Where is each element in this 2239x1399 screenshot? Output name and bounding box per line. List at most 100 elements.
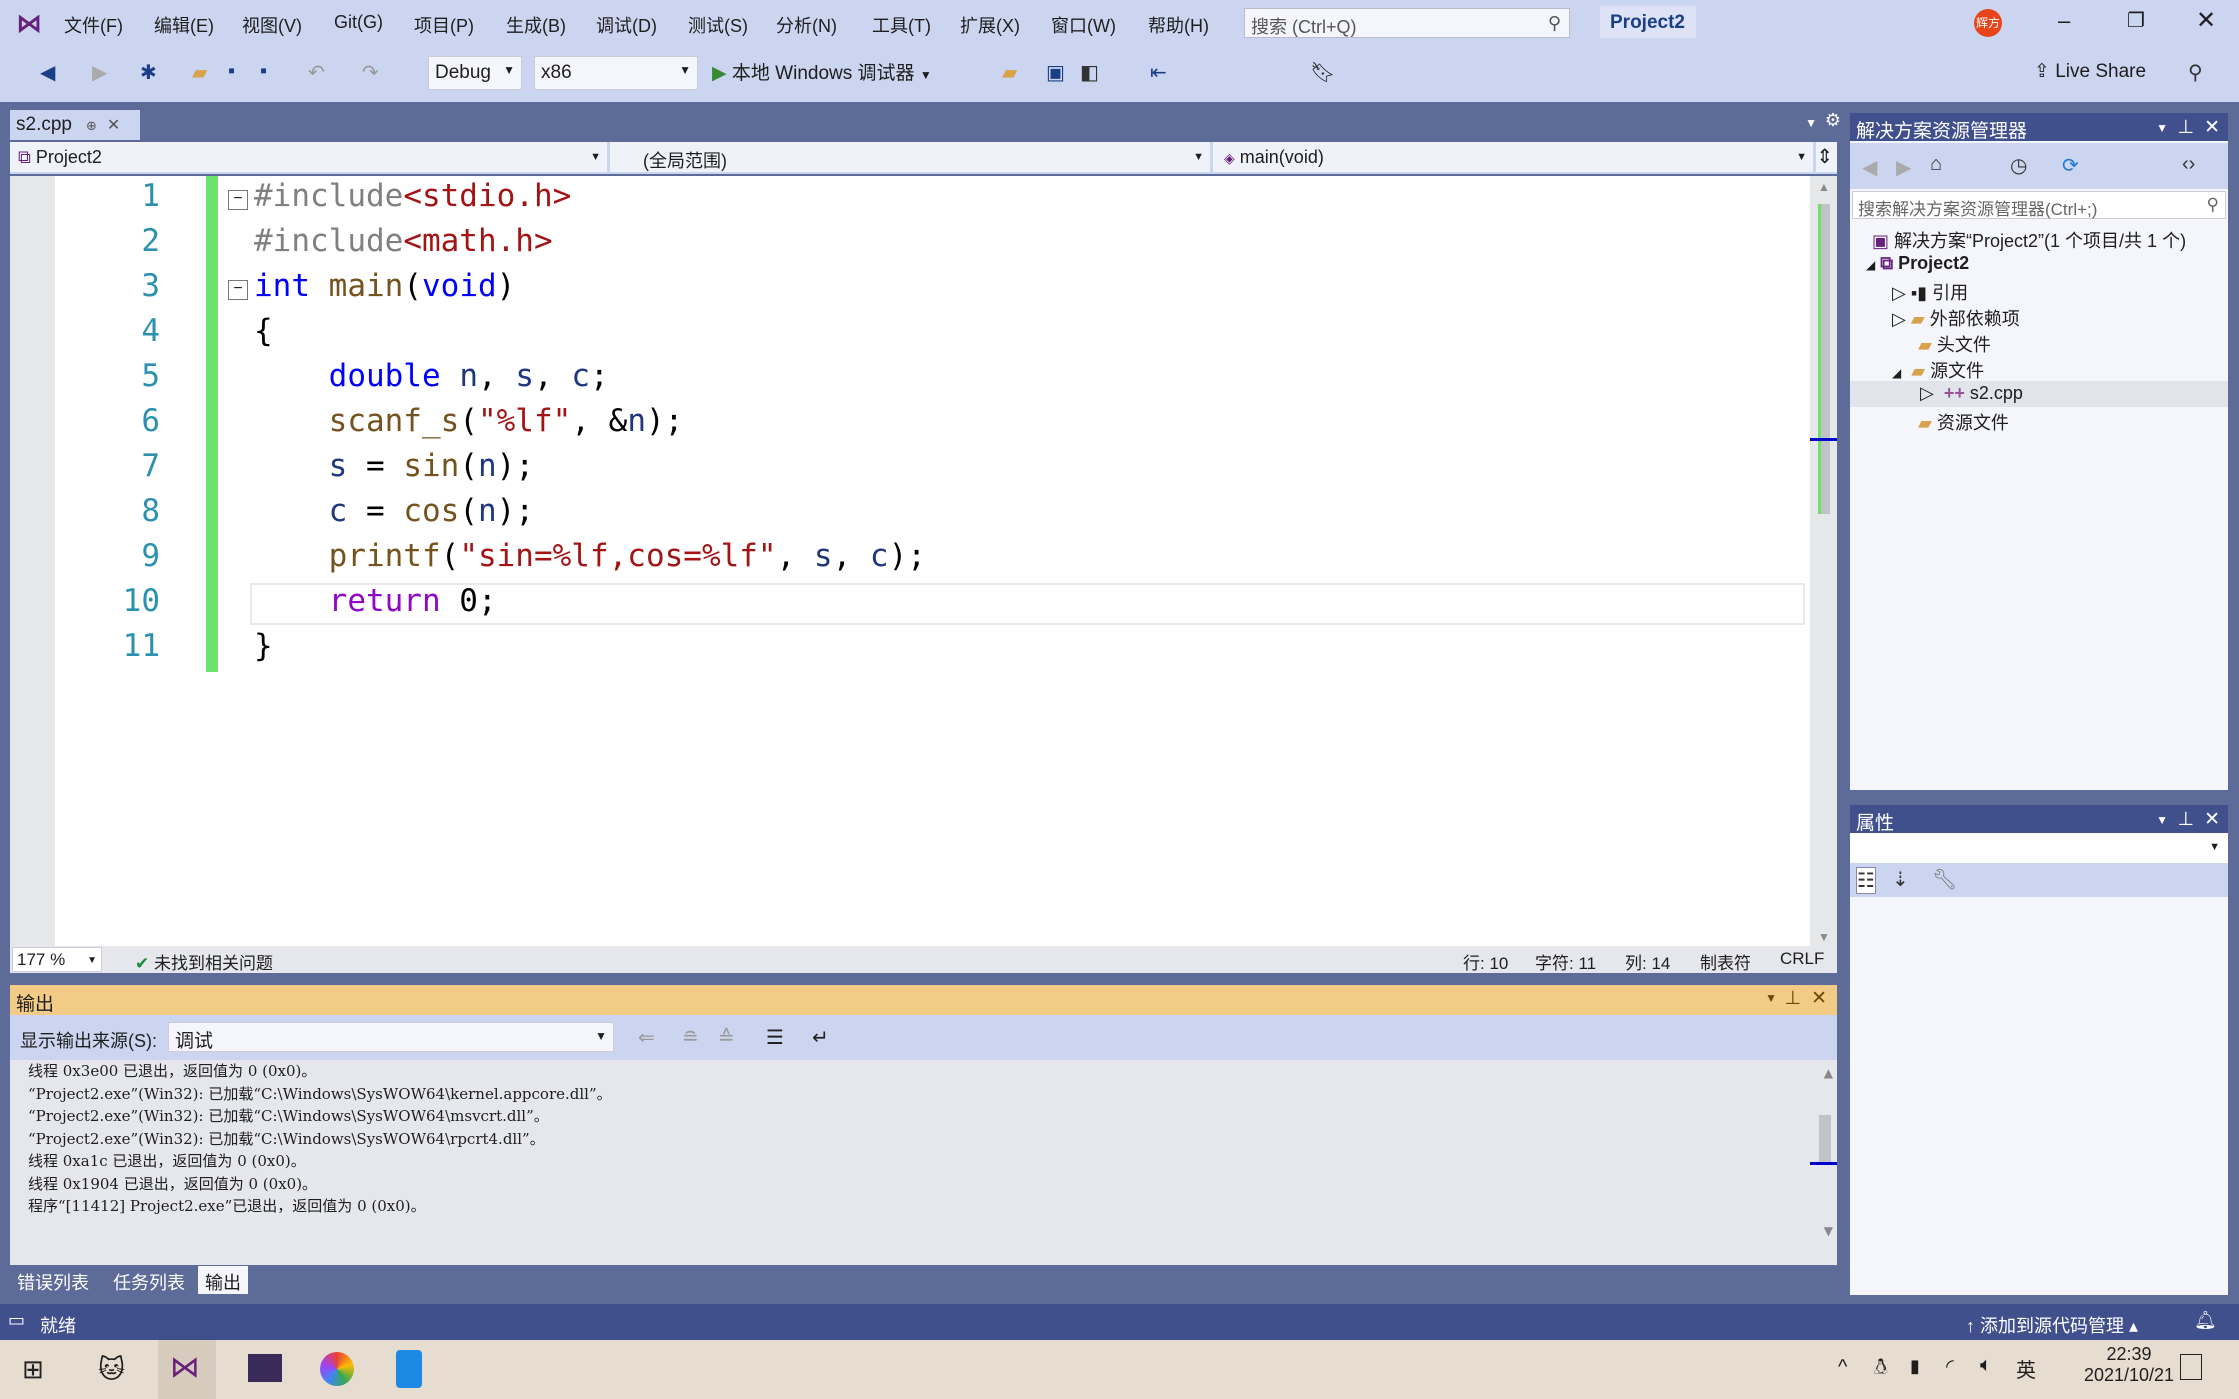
tree-source-files[interactable]: ◢ ▰ 源文件 xyxy=(1892,357,1984,383)
tab-error-list[interactable]: 错误列表 xyxy=(10,1266,96,1294)
word-wrap-icon[interactable]: ↵ xyxy=(812,1025,829,1050)
output-scroll-thumb[interactable] xyxy=(1819,1115,1831,1165)
menu-item[interactable]: 帮助(H) xyxy=(1148,12,1209,38)
forward-icon[interactable]: ▶ xyxy=(92,60,107,85)
code-line[interactable]: c = cos(n); xyxy=(254,493,534,529)
tree-resource-files[interactable]: ▰ 资源文件 xyxy=(1918,409,2009,435)
code-line[interactable]: printf("sin=%lf,cos=%lf", s, c); xyxy=(254,538,926,574)
code-line[interactable]: int main(void) xyxy=(254,268,515,304)
menu-item[interactable]: 文件(F) xyxy=(64,12,123,38)
find-in-files-icon[interactable]: ▰ xyxy=(1002,60,1017,85)
config-select[interactable]: Debug ▼ xyxy=(428,56,522,90)
toolbar-icon[interactable]: ⇤ xyxy=(1150,60,1167,85)
home-icon[interactable]: ⌂ xyxy=(1930,153,1942,176)
issues-indicator[interactable]: ✔ 未找到相关问题 xyxy=(135,949,273,974)
line-ending[interactable]: CRLF xyxy=(1780,949,1824,969)
split-icon[interactable]: ⇕ xyxy=(1816,144,1833,169)
windows-start-icon[interactable]: ⊞ xyxy=(22,1354,44,1385)
code-line[interactable]: s = sin(n); xyxy=(254,448,534,484)
alphabetical-icon[interactable]: ⇣ xyxy=(1892,867,1909,892)
menu-item[interactable]: 分析(N) xyxy=(776,12,837,38)
solution-search-input[interactable]: 搜索解决方案资源管理器(Ctrl+;) ⚲ xyxy=(1852,191,2226,219)
phone-app-icon[interactable] xyxy=(396,1350,422,1388)
pin-icon[interactable]: ⊥ xyxy=(2177,116,2194,139)
menu-item[interactable]: 视图(V) xyxy=(242,12,302,38)
search-input[interactable]: 搜索 (Ctrl+Q) ⚲ xyxy=(1244,8,1570,38)
toolbar-icon[interactable]: ⇐ xyxy=(638,1025,655,1050)
open-folder-icon[interactable]: ▰ xyxy=(192,60,207,85)
close-icon[interactable]: ✕ xyxy=(2204,116,2220,139)
visual-studio-taskbar-button[interactable]: ⋈ xyxy=(158,1340,216,1399)
scroll-thumb[interactable] xyxy=(1818,204,1830,514)
tab-task-list[interactable]: 任务列表 xyxy=(106,1266,192,1294)
restore-button[interactable]: ❐ xyxy=(2127,8,2145,33)
tray-expand-icon[interactable]: ^ xyxy=(1838,1356,1847,1379)
dropdown-icon[interactable]: ▼ xyxy=(2156,813,2168,827)
tree-header-files[interactable]: ▰ 头文件 xyxy=(1918,331,1991,357)
tab-s2-cpp[interactable]: s2.cpp ⊕ ✕ xyxy=(10,110,140,140)
menu-item[interactable]: 生成(B) xyxy=(506,12,566,38)
volume-icon[interactable]: 🔈︎ xyxy=(1980,1354,1992,1377)
history-icon[interactable]: ◷ xyxy=(2010,153,2027,178)
code-line[interactable]: double n, s, c; xyxy=(254,358,609,394)
menu-item[interactable]: 调试(D) xyxy=(596,12,657,38)
close-tab-icon[interactable]: ✕ xyxy=(107,117,120,134)
code-icon[interactable]: ‹› xyxy=(2182,153,2195,176)
tab-output[interactable]: 输出 xyxy=(198,1266,248,1294)
add-to-source-control[interactable]: ↑ 添加到源代码管理 ▴ xyxy=(1966,1312,2138,1338)
clock[interactable]: 22:39 2021/10/21 xyxy=(2074,1344,2184,1386)
project-dropdown[interactable]: ⧉ Project2 ▼ xyxy=(10,142,610,172)
platform-select[interactable]: x86 ▼ xyxy=(534,56,698,90)
output-source-select[interactable]: 调试 ▼ xyxy=(168,1022,614,1052)
menu-item[interactable]: Git(G) xyxy=(334,12,383,33)
menu-item[interactable]: 扩展(X) xyxy=(960,12,1020,38)
bookmark-icon[interactable]: 🔖︎ xyxy=(1310,60,1335,85)
save-icon[interactable]: ▪ xyxy=(228,60,235,83)
refresh-icon[interactable]: ⟳ xyxy=(2062,153,2079,178)
tab-list-icon[interactable]: ▼ xyxy=(1805,116,1817,130)
minimize-button[interactable]: – xyxy=(2058,8,2070,34)
forward-icon[interactable]: ▶ xyxy=(1896,155,1911,180)
ime-indicator[interactable]: 英 xyxy=(2016,1354,2036,1383)
menu-item[interactable]: 项目(P) xyxy=(414,12,474,38)
scope-dropdown[interactable]: (全局范围) ▼ xyxy=(613,142,1213,172)
code-editor[interactable]: 1 #include<stdio.h> −2 #include<math.h> 3 int… xyxy=(10,176,1810,946)
pin-icon[interactable]: ⊥ xyxy=(2177,808,2194,831)
toolbar-icon[interactable]: ▣ xyxy=(1046,60,1065,85)
code-line[interactable]: return 0; xyxy=(254,583,497,619)
editor-scrollbar[interactable]: ▲ ▼ xyxy=(1810,176,1837,946)
toolbar-icon[interactable]: ◧ xyxy=(1080,60,1099,85)
new-project-icon[interactable]: ✱ xyxy=(140,60,157,85)
tree-references[interactable]: ▷ ▪▮ 引用 xyxy=(1892,279,1968,305)
start-debug-button[interactable]: ▶ 本地 Windows 调试器 ▼ xyxy=(712,58,932,85)
tree-solution[interactable]: ▣ 解决方案“Project2”(1 个项目/共 1 个) xyxy=(1872,227,2186,253)
gear-icon[interactable]: ⚙ xyxy=(1825,110,1841,131)
save-all-icon[interactable]: ▪ xyxy=(260,60,267,83)
clear-all-icon[interactable]: ☰ xyxy=(766,1025,784,1050)
code-line[interactable]: } xyxy=(254,628,273,664)
code-line[interactable]: #include<stdio.h> xyxy=(254,178,571,214)
dropdown-icon[interactable]: ▼ xyxy=(1765,991,1777,1005)
menu-item[interactable]: 编辑(E) xyxy=(154,12,214,38)
notifications-icon[interactable]: 🔔︎ xyxy=(2194,1310,2217,1331)
feedback-icon[interactable]: ⚲ xyxy=(2188,60,2203,85)
action-center-icon[interactable] xyxy=(2180,1354,2202,1380)
wifi-icon[interactable]: ◜ xyxy=(1946,1354,1954,1379)
tree-project[interactable]: ◢ ⧉ Project2 xyxy=(1866,253,1969,274)
prev-message-icon[interactable]: ≘ xyxy=(682,1025,699,1050)
dropdown-icon[interactable]: ▼ xyxy=(2156,121,2168,135)
zoom-dropdown[interactable]: 177 % ▼ xyxy=(12,947,102,972)
terminal-icon[interactable] xyxy=(248,1354,282,1382)
pin-icon[interactable]: ⊕ xyxy=(86,118,97,133)
collapse-icon[interactable]: − xyxy=(228,280,248,300)
close-button[interactable]: ✕ xyxy=(2196,6,2216,35)
menu-item[interactable]: 工具(T) xyxy=(872,12,931,38)
app-icon[interactable]: 🐱︎ xyxy=(98,1354,125,1385)
wrench-icon[interactable]: 🔧︎ xyxy=(1932,867,1957,892)
member-dropdown[interactable]: ◈ main(void) ▼ xyxy=(1216,142,1816,172)
output-text[interactable]: 线程 0x3e00 已退出，返回值为 0 (0x0)。 “Project2.exe… xyxy=(10,1060,1837,1265)
close-icon[interactable]: ✕ xyxy=(2204,808,2220,831)
tree-s2-cpp[interactable]: ▷ ++ s2.cpp xyxy=(1920,383,2023,404)
undo-icon[interactable]: ↶ xyxy=(308,60,325,85)
tree-external-deps[interactable]: ▷ ▰ 外部依赖项 xyxy=(1892,305,2020,331)
